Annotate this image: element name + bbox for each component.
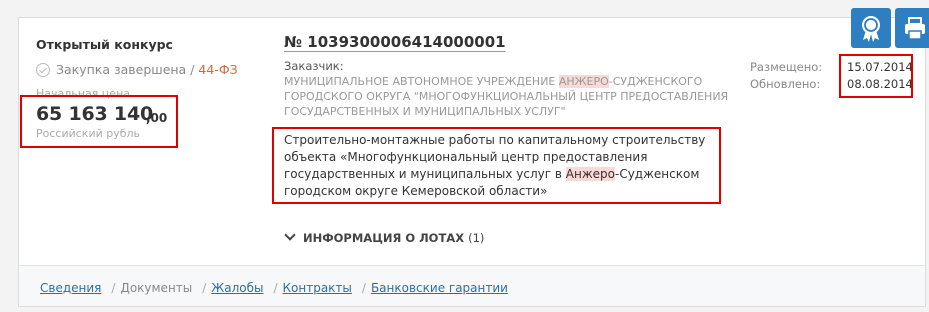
annotation-box-subject bbox=[272, 127, 721, 204]
purchase-number-link[interactable]: № 1039300006414000001 bbox=[284, 33, 506, 51]
award-seal-icon bbox=[862, 16, 880, 42]
annotation-box-price bbox=[20, 95, 178, 148]
tab-contracts[interactable]: Контракты bbox=[283, 281, 352, 295]
tab-separator: / bbox=[202, 281, 207, 295]
customer-name[interactable]: МУНИЦИПАЛЬНОЕ АВТОНОМНОЕ УЧРЕЖДЕНИЕ АНЖЕ… bbox=[284, 74, 739, 119]
tab-complaints[interactable]: Жалобы bbox=[211, 281, 263, 295]
updated-label: Обновлено: bbox=[750, 77, 821, 91]
seal-button[interactable] bbox=[851, 8, 891, 48]
tab-separator: / bbox=[273, 281, 278, 295]
tab-separator: / bbox=[111, 281, 116, 295]
customer-highlight: АНЖЕРО bbox=[558, 75, 609, 88]
tab-documents[interactable]: Документы bbox=[120, 281, 192, 295]
print-button[interactable] bbox=[895, 8, 929, 48]
lots-info-toggle[interactable]: ИНФОРМАЦИЯ О ЛОТАХ (1) bbox=[284, 229, 485, 245]
purchase-status: Закупка завершена / 44-ФЗ bbox=[36, 62, 238, 77]
chevron-down-icon bbox=[284, 229, 296, 241]
tab-info[interactable]: Сведения bbox=[40, 281, 101, 295]
lots-label: ИНФОРМАЦИЯ О ЛОТАХ bbox=[303, 231, 465, 245]
status-separator: / bbox=[186, 62, 199, 77]
customer-text-1: МУНИЦИПАЛЬНОЕ АВТОНОМНОЕ УЧРЕЖДЕНИЕ bbox=[284, 75, 559, 88]
tab-bank-guarantees[interactable]: Банковские гарантии bbox=[371, 281, 508, 295]
law-badge: 44-ФЗ bbox=[198, 62, 238, 77]
purchase-tabs: Сведения / Документы / Жалобы / Контракты / Банк… bbox=[40, 281, 508, 295]
check-circle-icon bbox=[36, 63, 50, 77]
lots-count: (1) bbox=[468, 231, 485, 245]
purchase-type: Открытый конкурс bbox=[36, 37, 173, 52]
placed-label: Размещено: bbox=[750, 60, 823, 74]
annotation-box-dates bbox=[839, 54, 913, 98]
printer-icon bbox=[905, 17, 925, 40]
status-text: Закупка завершена bbox=[55, 62, 187, 77]
customer-label: Заказчик: bbox=[284, 59, 344, 73]
tab-separator: / bbox=[361, 281, 366, 295]
